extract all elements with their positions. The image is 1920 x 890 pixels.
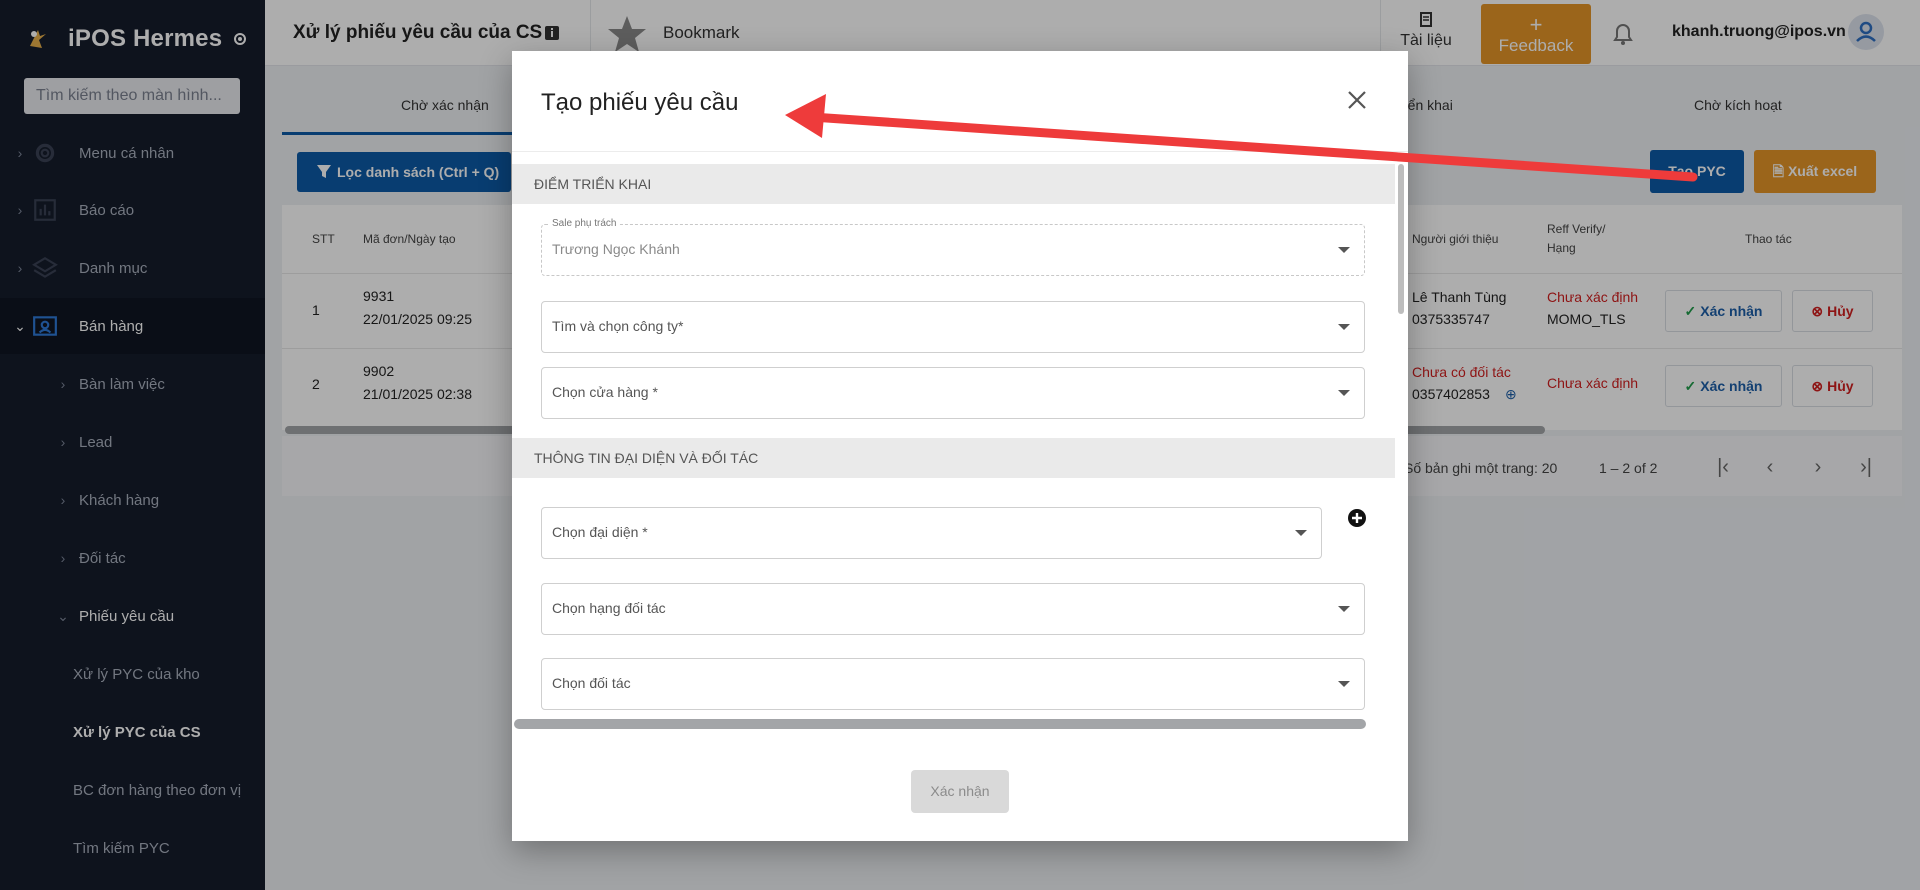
close-icon[interactable]	[1342, 85, 1372, 115]
field-placeholder: Chọn hạng đối tác	[552, 600, 666, 616]
app-root: iPOS Hermes › Menu cá nhân › Báo cáo › D…	[0, 0, 1920, 890]
sale-owner-field: Sale phụ trách Trương Ngọc Khánh	[541, 218, 1365, 276]
company-select[interactable]: Tìm và chọn công ty*	[541, 301, 1365, 353]
dialog-title: Tạo phiếu yêu cầu	[541, 89, 739, 116]
chevron-down-icon	[1338, 681, 1350, 687]
field-value: Trương Ngọc Khánh	[552, 241, 680, 257]
dialog-scrollbar[interactable]	[1396, 164, 1406, 314]
dialog-horizontal-scrollbar[interactable]	[514, 719, 1366, 729]
dialog-body: ĐIỂM TRIỂN KHAI Sale phụ trách Trương Ng…	[512, 164, 1395, 719]
partner-rank-select[interactable]: Chọn hạng đối tác	[541, 583, 1365, 635]
add-circle-icon[interactable]	[1347, 508, 1367, 528]
field-label: Sale phụ trách	[550, 218, 619, 229]
chevron-down-icon	[1338, 324, 1350, 330]
submit-button[interactable]: Xác nhận	[911, 770, 1009, 813]
field-placeholder: Tìm và chọn công ty*	[552, 318, 684, 334]
chevron-down-icon	[1338, 390, 1350, 396]
representative-select[interactable]: Chọn đại diện *	[541, 507, 1322, 559]
field-placeholder: Chọn đại diện *	[552, 524, 648, 540]
section-header: ĐIỂM TRIỂN KHAI	[512, 164, 1395, 204]
partner-select[interactable]: Chọn đối tác	[541, 658, 1365, 710]
chevron-down-icon	[1338, 247, 1350, 253]
divider	[512, 151, 1408, 152]
section-header: THÔNG TIN ĐẠI DIỆN VÀ ĐỐI TÁC	[512, 438, 1395, 478]
field-placeholder: Chọn đối tác	[552, 675, 631, 691]
scrollbar-thumb[interactable]	[1398, 164, 1404, 314]
field-placeholder: Chọn cửa hàng *	[552, 384, 658, 400]
create-request-dialog: Tạo phiếu yêu cầu ĐIỂM TRIỂN KHAI Sale p…	[512, 51, 1408, 841]
chevron-down-icon	[1295, 530, 1307, 536]
store-select[interactable]: Chọn cửa hàng *	[541, 367, 1365, 419]
chevron-down-icon	[1338, 606, 1350, 612]
